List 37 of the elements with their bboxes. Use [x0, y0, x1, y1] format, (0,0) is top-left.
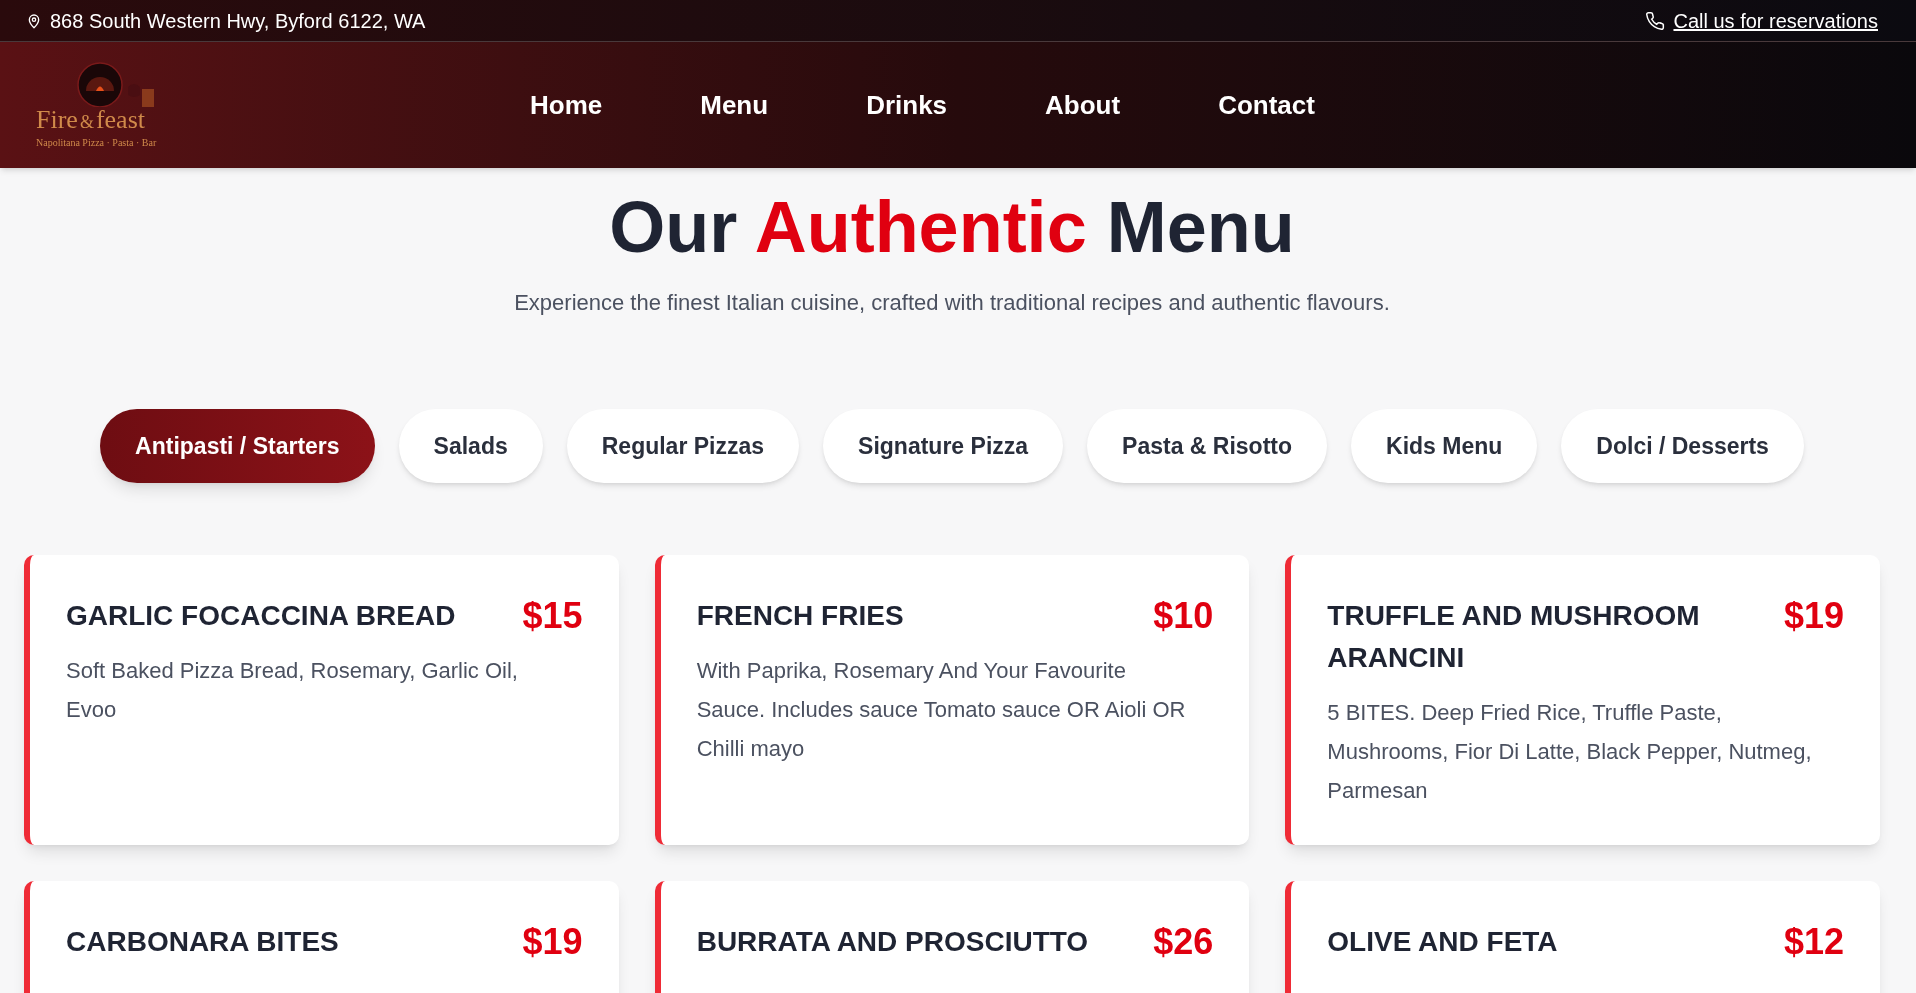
nav-link[interactable]: Menu [686, 85, 783, 125]
nav-link[interactable]: Contact [1204, 85, 1329, 125]
category-tab[interactable]: Salads [398, 409, 543, 483]
logo-text: Fire [36, 106, 78, 133]
category-tab[interactable]: Kids Menu [1351, 409, 1538, 483]
logo-text: feast [95, 106, 145, 133]
category-tab[interactable]: Dolci / Desserts [1561, 409, 1804, 483]
subtitle-text: Experience the finest Italian cuisine, crafted with traditional recipes and authentic flavours. [514, 289, 1390, 317]
dish-price: $19 [1783, 595, 1844, 637]
dish-description: 5 BITES. Deep Fried Rice, Truffle Paste, Mushrooms, Fior Di Latte, Black Pepper, Nutmeg, Parmesan [1327, 699, 1813, 805]
dish-price: $15 [522, 595, 583, 637]
logo-tagline: Napolitana Pizza · Pasta · Bar [36, 135, 157, 150]
dish-name: FRENCH FRIES [696, 599, 904, 633]
dish-name: CARBONARA BITES [66, 925, 339, 959]
category-tab[interactable]: Signature Pizza [823, 409, 1064, 483]
nav-link[interactable]: Home [516, 85, 617, 125]
dish-price: $10 [1153, 595, 1214, 637]
phone-icon [1645, 10, 1666, 31]
nav-link[interactable]: About [1031, 85, 1135, 125]
dish-description: With Paprika, Rosemary And Your Favourite Sauce. Includes sauce Tomato sauce OR Aioli OR Chilli mayo [696, 657, 1187, 763]
address-text: 868 South Western Hwy, Byford 6122, WA [50, 8, 426, 34]
category-tab[interactable]: Pasta & Risotto [1087, 409, 1328, 483]
category-tab[interactable]: Regular Pizzas [566, 409, 800, 483]
logo-text: & [79, 112, 94, 131]
category-tab[interactable]: Antipasti / Starters [100, 409, 375, 483]
dish-name: TRUFFLE AND MUSHROOM ARANCINI [1327, 599, 1701, 675]
dish-price: $19 [522, 921, 583, 963]
dish-name: BURRATA AND PROSCIUTTO [696, 925, 1089, 959]
location-pin-icon [26, 11, 42, 30]
page-heading: Our Authentic Menu [609, 186, 1295, 269]
reservation-link[interactable]: Call us for reservations [1673, 5, 1878, 36]
dish-price: $12 [1783, 921, 1844, 963]
dish-name: OLIVE AND FETA [1327, 925, 1558, 959]
nav-link[interactable]: Drinks [852, 85, 962, 125]
dish-name: GARLIC FOCACCINA BREAD [66, 599, 456, 633]
dish-description: Soft Baked Pizza Bread, Rosemary, Garlic Oil, Evoo [66, 657, 519, 724]
dish-price: $26 [1153, 921, 1214, 963]
